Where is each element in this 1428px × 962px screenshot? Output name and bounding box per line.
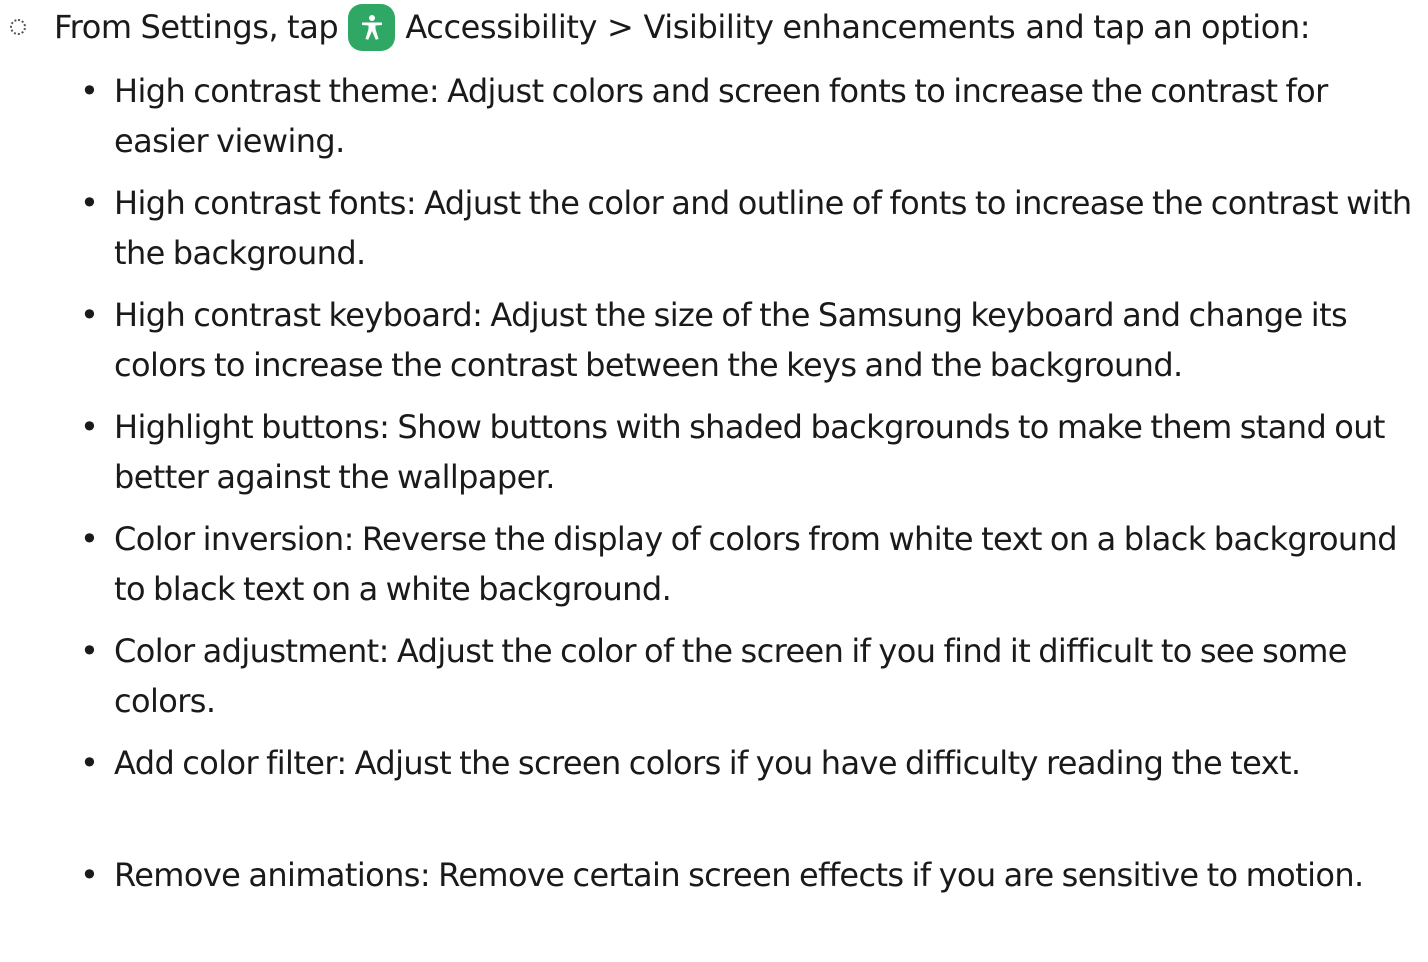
option-high-contrast-fonts: • High contrast fonts: Adjust the color … — [80, 178, 1415, 290]
intro-prefix: From Settings, tap — [54, 8, 339, 46]
bullet: • — [80, 856, 99, 894]
menu-visibility-enhancements: Visibility enhancements — [643, 8, 1016, 46]
option-term: Highlight buttons — [114, 408, 380, 446]
option-highlight-buttons: • Highlight buttons: Show buttons with s… — [80, 402, 1415, 514]
options-list: • High contrast theme: Adjust colors and… — [80, 66, 1415, 962]
option-term: High contrast theme — [114, 72, 429, 110]
option-term: Remove animations — [114, 856, 420, 894]
menu-separator: > — [607, 8, 634, 46]
intro-step: From Settings, tap Accessibility > Visib… — [10, 3, 1311, 51]
option-term: Add color filter — [114, 744, 337, 782]
bullet: • — [80, 744, 99, 782]
bullet: • — [80, 184, 99, 222]
intro-suffix: and tap an option: — [1025, 8, 1311, 46]
option-high-contrast-keyboard: • High contrast keyboard: Adjust the siz… — [80, 290, 1415, 402]
option-color-adjustment: • Color adjustment: Adjust the color of … — [80, 626, 1415, 738]
option-high-contrast-theme: • High contrast theme: Adjust colors and… — [80, 66, 1415, 178]
option-description: : Remove certain screen effects if you a… — [419, 856, 1364, 894]
option-color-inversion: • Color inversion: Reverse the display o… — [80, 514, 1415, 626]
option-term: Color inversion — [114, 520, 344, 558]
bullet: • — [80, 408, 99, 446]
option-term: High contrast keyboard — [114, 296, 473, 334]
option-remove-animations: • Remove animations: Remove certain scre… — [80, 850, 1415, 962]
bullet: • — [80, 72, 99, 110]
menu-accessibility: Accessibility — [405, 8, 598, 46]
option-description: : Adjust the screen colors if you have d… — [336, 744, 1301, 782]
bullet: • — [80, 296, 99, 334]
step-marker-icon — [10, 19, 26, 35]
option-add-color-filter: • Add color filter: Adjust the screen co… — [80, 738, 1415, 850]
bullet: • — [80, 632, 99, 670]
bullet: • — [80, 520, 99, 558]
option-term: Color adjustment — [114, 632, 379, 670]
accessibility-icon — [348, 3, 396, 51]
option-term: High contrast fonts — [114, 184, 406, 222]
